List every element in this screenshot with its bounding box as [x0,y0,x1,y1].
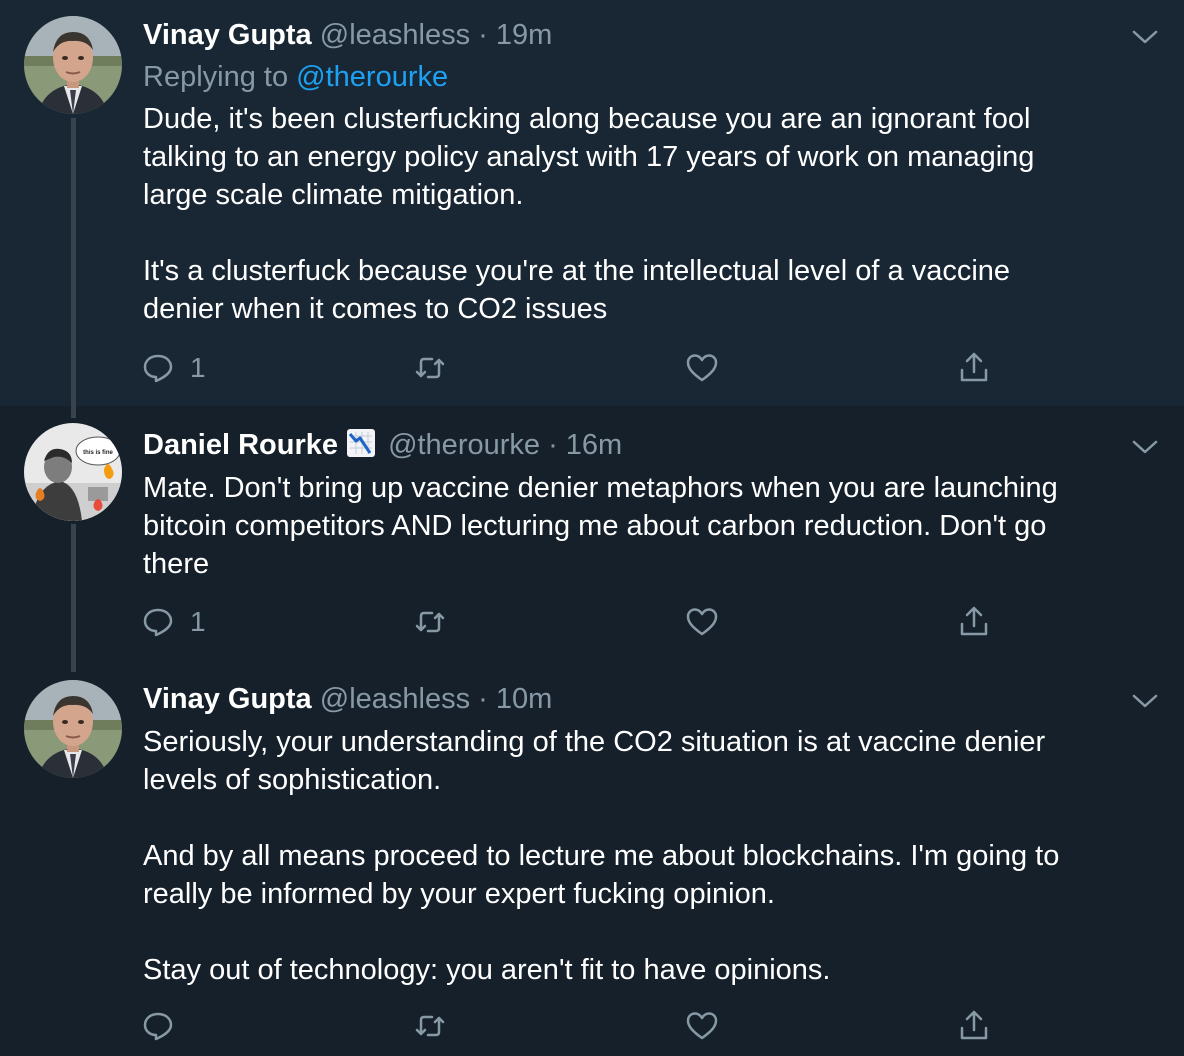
replying-to: Replying to @therourke [143,59,448,95]
like-button[interactable] [684,602,720,642]
author-handle[interactable]: @leashless [320,19,470,51]
tweet-header: Vinay Gupta @leashless · 19m [143,17,552,53]
reply-button[interactable]: 1 [140,602,206,642]
thread-line [71,406,76,418]
thread-line [71,118,76,406]
tweet-actions [140,1006,1000,1046]
retweet-icon [415,1015,445,1037]
tweet[interactable]: Vinay Gupta @leashless · 19m Replying to… [0,0,1184,406]
tweet-actions: 1 [140,602,1000,642]
share-icon [960,352,988,382]
retweet-icon [415,357,445,379]
author-name[interactable]: Daniel Rourke [143,429,338,461]
tweet-text: Seriously, your understanding of the CO2… [143,726,1060,986]
like-icon [686,354,718,382]
tweet[interactable]: this is fine Daniel Rourke @therourke · … [0,406,1184,660]
tweet-text: Mate. Don't bring up vaccine denier meta… [143,472,1058,580]
avatar[interactable] [24,16,122,114]
tweet-header: Daniel Rourke @therourke · 16m [143,427,622,463]
share-icon [960,606,988,636]
retweet-button[interactable] [412,348,448,388]
reply-button[interactable]: 1 [140,348,206,388]
retweet-button[interactable] [412,602,448,642]
share-button[interactable] [956,602,992,642]
like-button[interactable] [684,348,720,388]
reply-button[interactable] [140,1006,190,1046]
chevron-down-icon[interactable] [1128,436,1162,458]
replying-to-link[interactable]: @therourke [296,61,448,93]
tweet-time[interactable]: · 16m [548,429,622,461]
share-button[interactable] [956,1006,992,1046]
reply-count: 1 [190,352,206,383]
avatar-caption: this is fine [83,450,113,456]
author-name[interactable]: Vinay Gupta [143,683,312,715]
tweet-actions: 1 [140,348,1000,388]
thread-line [71,524,76,660]
reply-count: 1 [190,606,206,637]
thread-line [71,660,76,672]
like-icon [686,608,718,636]
share-button[interactable] [956,348,992,388]
like-icon [686,1012,718,1040]
author-handle[interactable]: @therourke [388,429,540,461]
reply-icon [143,608,173,637]
author-handle[interactable]: @leashless [320,683,470,715]
chevron-down-icon[interactable] [1128,26,1162,48]
retweet-icon [415,611,445,633]
tweet-text: Dude, it's been clusterfucking along bec… [143,103,1035,325]
author-name[interactable]: Vinay Gupta [143,19,312,51]
chart-decreasing-icon [346,428,376,458]
like-button[interactable] [684,1006,720,1046]
tweet-time[interactable]: · 19m [478,19,552,51]
chevron-down-icon[interactable] [1128,690,1162,712]
avatar[interactable] [24,680,122,778]
retweet-button[interactable] [412,1006,448,1046]
reply-icon [143,1012,173,1041]
tweet-time[interactable]: · 10m [478,683,552,715]
replying-label: Replying to [143,61,289,93]
tweet-header: Vinay Gupta @leashless · 10m [143,681,552,717]
tweet[interactable]: Vinay Gupta @leashless · 10m Seriously, … [0,660,1184,1056]
avatar[interactable]: this is fine [24,423,122,521]
reply-icon [143,354,173,383]
share-icon [960,1010,988,1040]
